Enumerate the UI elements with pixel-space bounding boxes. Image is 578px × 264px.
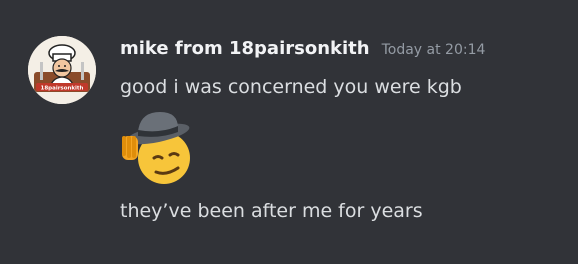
username[interactable]: mike from 18pairsonkith xyxy=(120,38,370,59)
message-text: they’ve been after me for years xyxy=(120,200,423,222)
avatar[interactable]: 18pairsonkith xyxy=(28,36,96,104)
timestamp[interactable]: Today at 20:14 xyxy=(382,42,486,58)
message-text: good i was concerned you were kgb xyxy=(120,76,462,98)
chef-avatar-icon: 18pairsonkith xyxy=(28,36,96,104)
saluting-face-with-hat-icon[interactable] xyxy=(116,108,200,192)
message-header: mike from 18pairsonkith Today at 20:14 xyxy=(120,38,485,59)
chat-message: 18pairsonkith mike from 18pairsonkith To… xyxy=(0,0,578,264)
avatar-logo-text: 18pairsonkith xyxy=(41,86,84,92)
